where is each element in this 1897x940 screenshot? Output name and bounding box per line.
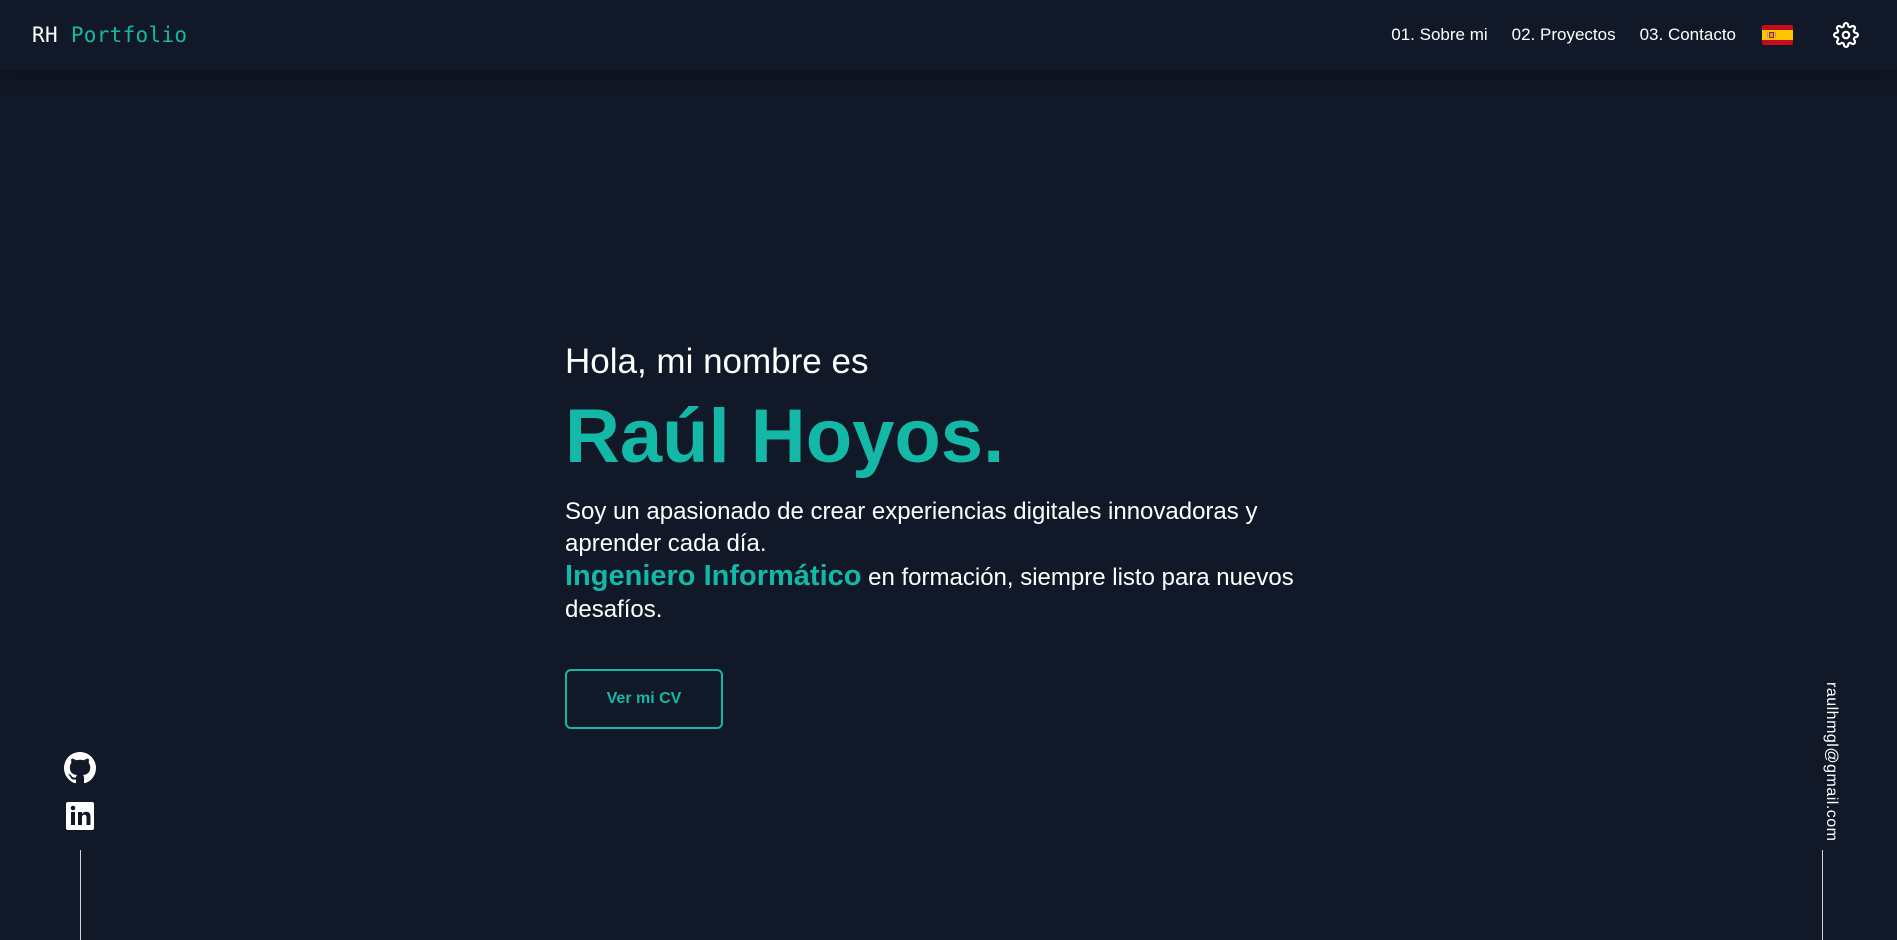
hero-description-line1: Soy un apasionado de crear experiencias … — [565, 498, 1258, 557]
gear-icon[interactable] — [1833, 22, 1859, 48]
hero-highlight: Ingeniero Informático — [565, 560, 862, 592]
nav-menu: 01. Sobre mi 02. Proyectos 03. Contacto — [1391, 24, 1736, 46]
hero-greeting: Hola, mi nombre es — [565, 342, 869, 381]
logo-text: Portfolio — [70, 23, 188, 47]
nav-link-proyectos[interactable]: 02. Proyectos — [1512, 24, 1616, 46]
hero-name: Raúl Hoyos. — [565, 394, 1005, 479]
hero-description: Soy un apasionado de crear experiencias … — [565, 496, 1345, 626]
view-cv-button[interactable]: Ver mi CV — [565, 669, 723, 729]
right-divider-line — [1822, 850, 1823, 940]
github-icon[interactable] — [64, 752, 96, 784]
spain-flag-icon[interactable] — [1762, 25, 1793, 45]
nav-link-sobre-mi[interactable]: 01. Sobre mi — [1391, 24, 1487, 46]
logo[interactable]: RH Portfolio — [32, 22, 187, 48]
social-links — [64, 752, 96, 832]
logo-initials: RH — [32, 23, 58, 47]
left-divider-line — [80, 850, 81, 940]
nav-link-contacto[interactable]: 03. Contacto — [1640, 24, 1736, 46]
linkedin-icon[interactable] — [64, 800, 96, 832]
email-link[interactable]: raulhmgl@gmail.com — [1822, 682, 1840, 842]
navbar: RH Portfolio 01. Sobre mi 02. Proyectos … — [0, 0, 1897, 70]
hero-content: Hola, mi nombre es Raúl Hoyos. Soy un ap… — [565, 340, 1345, 626]
